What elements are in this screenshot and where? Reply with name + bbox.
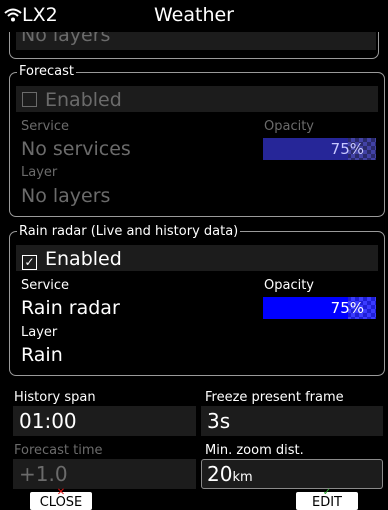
min-zoom-field[interactable]: 20km bbox=[201, 459, 383, 489]
rain-layer-label: Layer bbox=[21, 325, 58, 340]
rain-opacity-slider[interactable]: 75% bbox=[263, 297, 376, 319]
history-span-label: History span bbox=[14, 390, 96, 405]
forecast-enabled-checkbox[interactable]: Enabled bbox=[16, 86, 378, 112]
edit-button-label: EDIT bbox=[312, 495, 342, 510]
forecast-opacity-slider[interactable]: 75% bbox=[263, 138, 376, 160]
rain-enabled-label: Enabled bbox=[45, 248, 122, 270]
checkbox-checked-icon: ✓ bbox=[22, 255, 37, 270]
edit-button[interactable]: ✓ EDIT bbox=[296, 487, 358, 510]
forecast-opacity-value: 75% bbox=[330, 140, 364, 158]
freeze-frame-label: Freeze present frame bbox=[205, 390, 344, 405]
forecast-group-label: Forecast bbox=[17, 64, 77, 79]
min-zoom-value: 20 bbox=[207, 462, 233, 486]
forecast-layer-label: Layer bbox=[21, 165, 58, 180]
freeze-frame-value: 3s bbox=[207, 409, 231, 433]
history-span-value: 01:00 bbox=[19, 409, 77, 433]
rain-radar-group-label: Rain radar (Live and history data) bbox=[17, 224, 241, 239]
forecast-time-value: +1.0 bbox=[19, 462, 68, 486]
wifi-icon-overlay bbox=[4, 8, 22, 22]
forecast-service-label: Service bbox=[21, 119, 70, 134]
forecast-time-label: Forecast time bbox=[14, 443, 103, 458]
checkbox-unchecked-icon bbox=[22, 92, 37, 107]
rain-opacity-value: 75% bbox=[330, 299, 364, 317]
min-zoom-unit: km bbox=[232, 470, 253, 485]
rain-service-value[interactable]: Rain radar bbox=[21, 297, 120, 319]
rain-enabled-checkbox[interactable]: ✓ Enabled bbox=[16, 245, 378, 271]
forecast-opacity-label: Opacity bbox=[264, 119, 315, 134]
min-zoom-label: Min. zoom dist. bbox=[205, 443, 304, 458]
forecast-time-field[interactable]: +1.0 bbox=[13, 459, 196, 489]
rain-service-label: Service bbox=[21, 278, 70, 293]
freeze-frame-field[interactable]: 3s bbox=[201, 406, 383, 436]
forecast-service-value[interactable]: No services bbox=[21, 138, 131, 160]
rain-opacity-label: Opacity bbox=[264, 278, 315, 293]
close-button-label: CLOSE bbox=[39, 495, 83, 510]
forecast-enabled-label: Enabled bbox=[45, 89, 122, 111]
forecast-layer-value[interactable]: No layers bbox=[21, 185, 110, 207]
page-title-overlay: Weather bbox=[154, 4, 234, 26]
history-span-field[interactable]: 01:00 bbox=[13, 406, 196, 436]
close-button[interactable]: ✕ CLOSE bbox=[30, 487, 92, 510]
rain-layer-value[interactable]: Rain bbox=[21, 344, 63, 366]
